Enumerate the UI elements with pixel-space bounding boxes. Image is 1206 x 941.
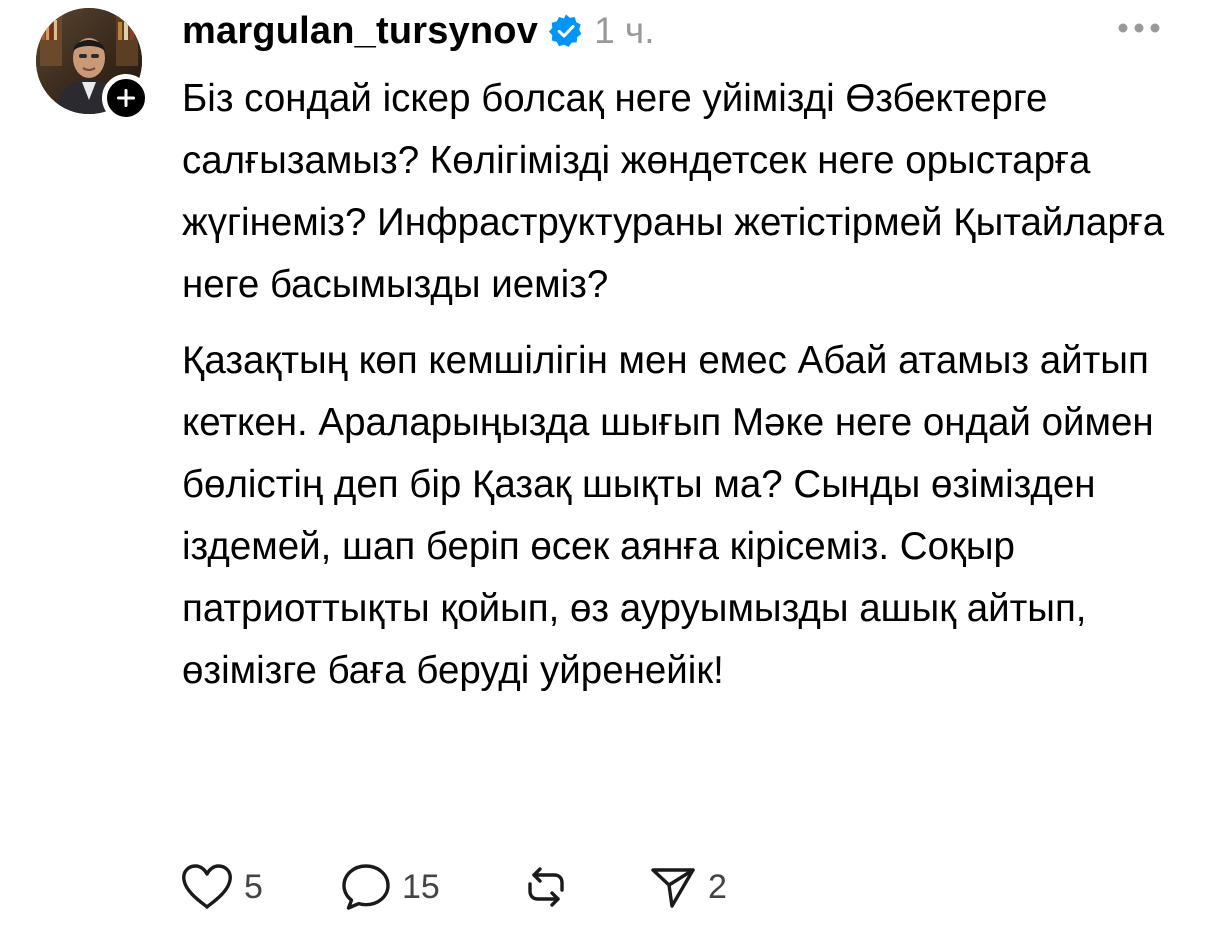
username-link[interactable]: margulan_tursynov [182,10,538,53]
post-paragraph-1: Біз сондай іскер болсақ неге уйімізді Өз… [182,77,1165,306]
follow-button[interactable] [102,74,150,122]
repost-button[interactable] [520,862,648,912]
comment-count: 15 [402,867,440,906]
thread-post: margulan_tursynov 1 ч. Біз сондай іскер … [0,0,1206,941]
comment-bubble-icon [342,864,390,910]
like-count: 5 [244,867,263,906]
post-timestamp: 1 ч. [594,10,655,51]
repost-icon [528,867,564,907]
more-horizontal-icon [1118,23,1160,33]
avatar-container[interactable] [36,8,150,122]
heart-icon [182,864,232,909]
send-icon [651,868,695,908]
post-header: margulan_tursynov 1 ч. [182,6,654,56]
comment-button[interactable]: 15 [340,862,520,912]
plus-icon [117,89,135,107]
action-bar: 5 15 2 [180,862,727,912]
verified-badge-icon [548,13,584,49]
like-button[interactable]: 5 [180,863,340,911]
more-options-button[interactable] [1116,20,1162,36]
share-button[interactable]: 2 [648,863,727,911]
post-body: Біз сондай іскер болсақ неге уйімізді Өз… [182,68,1182,702]
post-paragraph-2: Қазақтың көп кемшілігін мен емес Абай ат… [182,339,1154,692]
share-count: 2 [708,867,727,906]
